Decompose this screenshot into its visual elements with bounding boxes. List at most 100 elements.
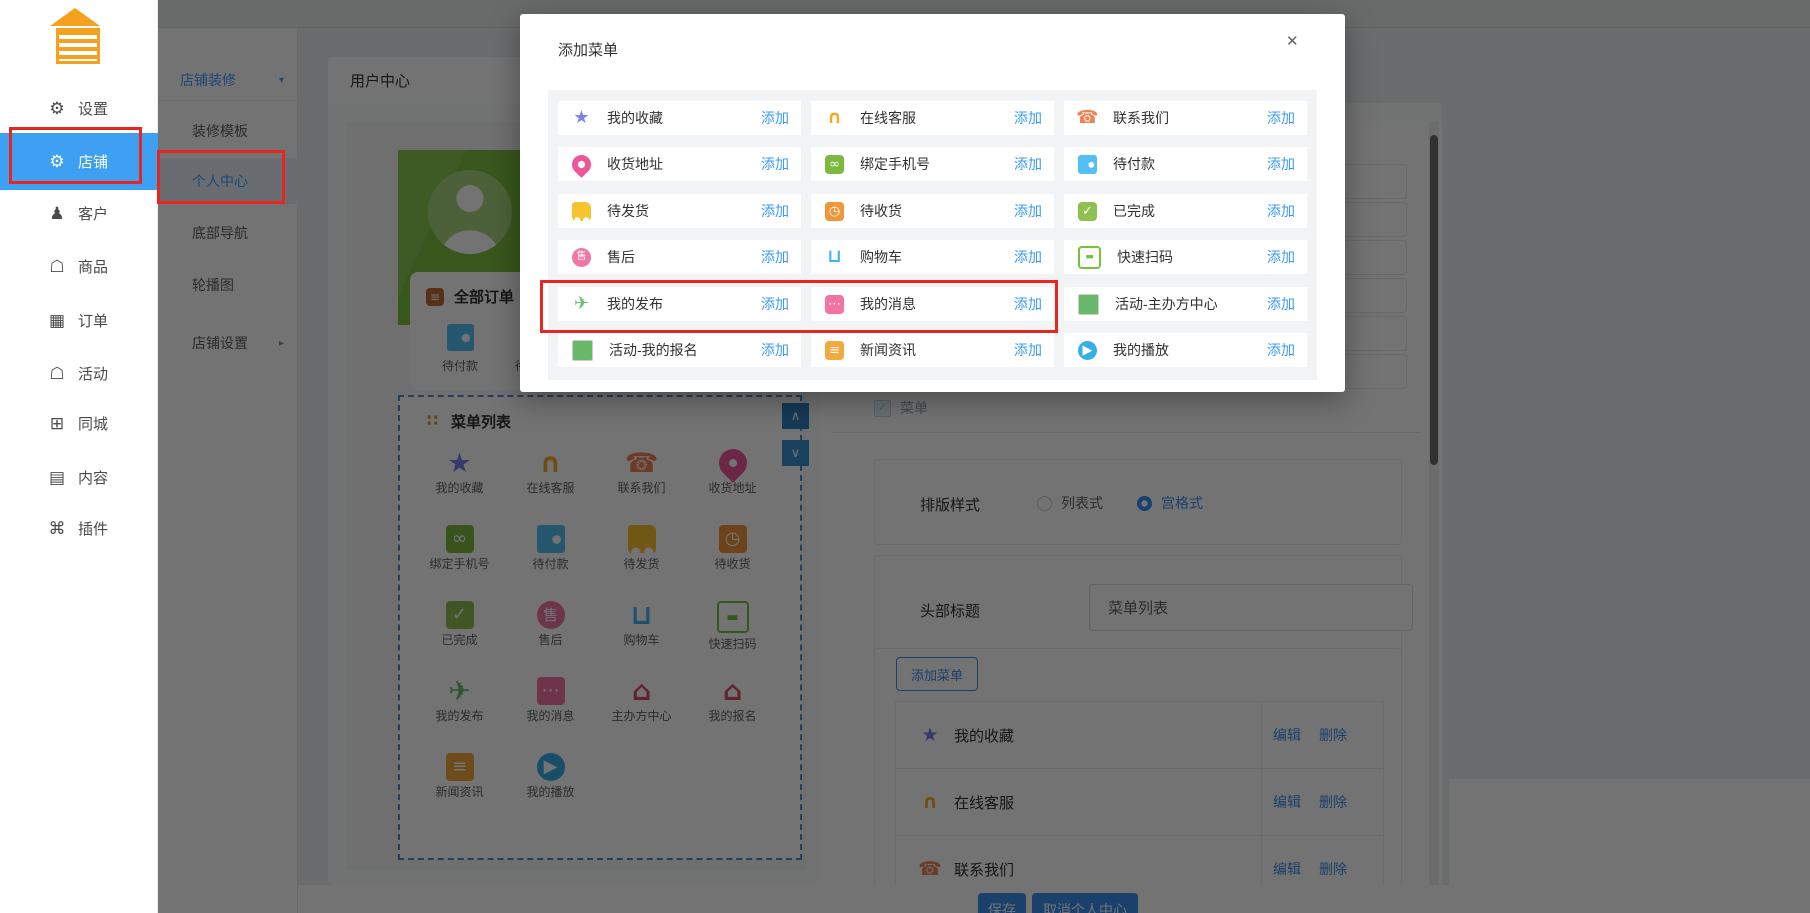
modal-menu-label: 绑定手机号 [860,154,1014,174]
inbox-clock-icon: ◷ [825,202,844,221]
sidebar-item-3[interactable]: ♟ 客户 [0,187,158,240]
add-link[interactable]: 添加 [1014,340,1042,360]
paper-plane-icon: ✈ [572,295,591,314]
wallet-icon [1078,155,1097,174]
check-square-icon: ✓ [1078,202,1097,221]
play-icon: ▶ [1078,341,1097,360]
modal-menu-item: ☎ 联系我们添加 [1064,101,1307,135]
add-link[interactable]: 添加 [761,340,789,360]
app-root: 消息提醒 ▾ ad 店铺装修 ▾ 装修模板个人中心底部导航轮播图店铺设置▸ 用户… [0,0,1810,913]
sidebar-item-label: 商品 [78,256,108,277]
modal-menu-label: 收货地址 [607,154,761,174]
add-link[interactable]: 添加 [1267,247,1295,267]
modal-menu-item: ◷ 待收货添加 [811,194,1054,228]
modal-menu-label: 待发货 [607,201,761,221]
modal-menu-item: 待付款添加 [1064,147,1307,181]
add-link[interactable]: 添加 [1267,294,1295,314]
modal-menu-item: ▬快速扫码添加 [1064,240,1307,274]
add-link[interactable]: 添加 [1014,247,1042,267]
add-link[interactable]: 添加 [761,154,789,174]
modal-menu-label: 售后 [607,247,761,267]
message-icon: ⋯ [825,295,844,314]
customer-icon: ♟ [46,204,68,224]
add-link[interactable]: 添加 [1014,154,1042,174]
photo-icon [1078,294,1099,315]
truck-icon [572,202,591,221]
modal-menu-item: ▶ 我的播放添加 [1064,333,1307,367]
modal-menu-item: ★ 我的收藏添加 [558,101,801,135]
sidebar-item-label: 设置 [78,98,108,119]
sidebar-item-label: 内容 [78,467,108,488]
modal-menu-label: 我的发布 [607,294,761,314]
modal-menu-label: 活动-我的报名 [609,340,761,360]
sidebar-item-7[interactable]: ⊞ 同城 [0,397,158,450]
modal-menu-label: 活动-主办方中心 [1115,294,1267,314]
plugin-icon: ⌘ [46,519,68,539]
modal-menu-label: 联系我们 [1113,108,1267,128]
add-link[interactable]: 添加 [1267,201,1295,221]
modal-menu-item: 活动-主办方中心添加 [1064,287,1307,321]
modal-title: 添加菜单 [558,39,618,60]
shop-icon: ⚙ [46,152,68,172]
add-link[interactable]: 添加 [1014,201,1042,221]
modal-menu-label: 快速扫码 [1117,247,1267,267]
sidebar-item-9[interactable]: ⌘插件 [0,502,158,555]
star-icon: ★ [572,109,591,128]
modal-menu-item: ∩ 在线客服添加 [811,101,1054,135]
add-link[interactable]: 添加 [761,247,789,267]
activity-icon: ☖ [46,364,68,384]
sidebar-item-2[interactable]: ⚙ 店铺 [0,133,158,190]
main-sidebar: ⚙ 设置 ⚙ 店铺 ♟ 客户 ☖ 商品 ▦订单 ☖ 活动 ⊞ 同城 ▤ 内容 ⌘插件 [0,0,158,913]
aftersale-icon: 售 [572,248,591,267]
modal-menu-item: ✓ 已完成添加 [1064,194,1307,228]
sidebar-item-label: 同城 [78,413,108,434]
modal-menu-label: 购物车 [860,247,1014,267]
modal-menu-label: 已完成 [1113,201,1267,221]
sidebar-item-6[interactable]: ☖ 活动 [0,347,158,400]
add-link[interactable]: 添加 [761,294,789,314]
add-link[interactable]: 添加 [1014,108,1042,128]
modal-menu-label: 待付款 [1113,154,1267,174]
content-icon: ▤ [46,468,68,488]
modal-menu-item: ∞ 绑定手机号添加 [811,147,1054,181]
modal-menu-label: 待收货 [860,201,1014,221]
goods-icon: ☖ [46,257,68,277]
sidebar-item-label: 活动 [78,363,108,384]
modal-menu-item: ⊔购物车添加 [811,240,1054,274]
sidebar-item-8[interactable]: ▤ 内容 [0,451,158,504]
add-menu-modal: 添加菜单 ✕ ★我的收藏添加∩在线客服添加☎联系我们添加收货地址添加∞绑定手机号… [520,14,1345,392]
modal-menu-item: 待发货添加 [558,194,801,228]
add-link[interactable]: 添加 [1267,108,1295,128]
add-link[interactable]: 添加 [1014,294,1042,314]
modal-menu-label: 我的播放 [1113,340,1267,360]
modal-menu-label: 在线客服 [860,108,1014,128]
phone-icon: ☎ [1078,109,1097,128]
add-link[interactable]: 添加 [1267,340,1295,360]
pin-icon [568,151,595,178]
sidebar-item-label: 客户 [78,203,108,224]
sidebar-item-label: 店铺 [78,151,108,172]
add-link[interactable]: 添加 [761,201,789,221]
link-icon: ∞ [825,155,844,174]
photo-icon [572,340,593,361]
sidebar-item-4[interactable]: ☖ 商品 [0,240,158,293]
news-icon: ≡ [825,341,844,360]
modal-menu-label: 新闻资讯 [860,340,1014,360]
sidebar-item-1[interactable]: ⚙ 设置 [0,82,158,135]
add-link[interactable]: 添加 [761,108,789,128]
sidebar-item-label: 订单 [78,310,108,331]
modal-menu-item: ≡ 新闻资讯添加 [811,333,1054,367]
modal-menu-label: 我的消息 [860,294,1014,314]
app-logo-icon [44,8,106,60]
close-icon[interactable]: ✕ [1286,32,1299,50]
city-icon: ⊞ [46,414,68,434]
modal-menu-item: ⋯ 我的消息添加 [811,287,1054,321]
gear-icon: ⚙ [46,99,68,119]
modal-menu-item: 活动-我的报名添加 [558,333,801,367]
sidebar-item-5[interactable]: ▦订单 [0,294,158,347]
modal-menu-item: 收货地址添加 [558,147,801,181]
modal-menu-label: 我的收藏 [607,108,761,128]
headset-icon: ∩ [825,109,844,128]
modal-menu-item: 售售后添加 [558,240,801,274]
add-link[interactable]: 添加 [1267,154,1295,174]
